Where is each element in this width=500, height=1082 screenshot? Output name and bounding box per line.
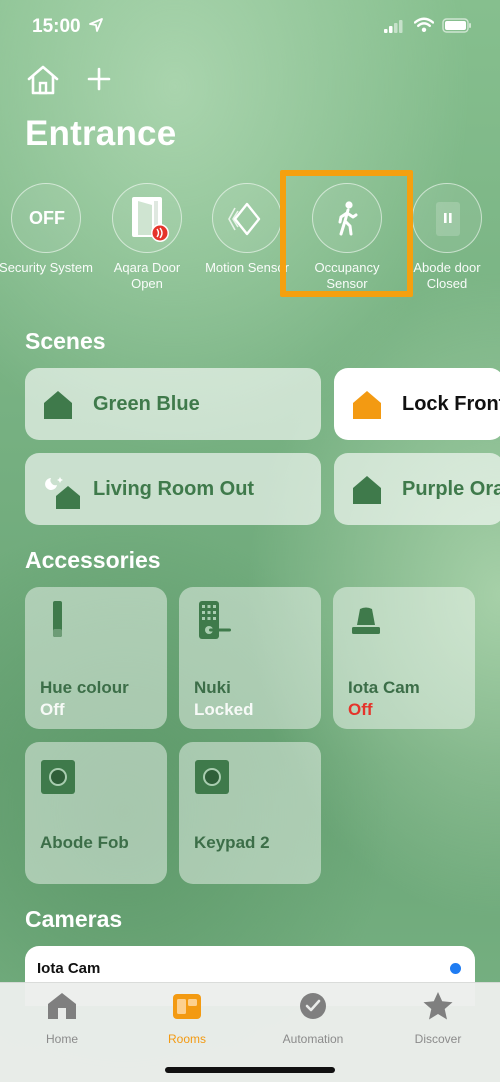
house-icon (41, 389, 75, 421)
scene-tile-green-blue[interactable]: Green Blue (25, 368, 321, 440)
tab-discover[interactable]: Discover (388, 991, 488, 1046)
home-indicator (165, 1067, 335, 1073)
scene-label: Green Blue (93, 393, 200, 415)
door-closed-icon (435, 201, 461, 242)
house-icon (12, 991, 112, 1026)
cellular-signal-icon (384, 20, 404, 38)
motion-sensor-icon (227, 202, 267, 241)
status-label: Security System (0, 260, 93, 275)
camera-name: Iota Cam (37, 960, 101, 977)
plus-icon (84, 67, 114, 98)
tab-label: Discover (414, 1032, 462, 1046)
wifi-icon (413, 17, 435, 38)
accessories-title: Accessories (25, 547, 161, 573)
siren-icon (347, 599, 387, 643)
accessory-status: Off (40, 700, 65, 719)
status-circle (112, 183, 182, 253)
status-bar: 15:00 (0, 0, 500, 52)
tab-label: Home (45, 1032, 78, 1046)
clock-icon (263, 991, 363, 1026)
accessory-tile-hue-colour[interactable]: Hue colour Off (25, 587, 167, 729)
status-circle (212, 183, 282, 253)
scene-tile-purple-ora[interactable]: Purple Ora (334, 453, 500, 525)
occupancy-sensor-highlight (280, 170, 413, 297)
accessory-tile-abode-fob[interactable]: Abode Fob (25, 742, 167, 884)
off-text-icon: OFF (29, 208, 65, 228)
sensor-icon (193, 754, 233, 798)
star-icon (388, 991, 488, 1026)
accessory-tile-keypad-2[interactable]: Keypad 2 (179, 742, 321, 884)
location-arrow-icon (88, 17, 104, 38)
house-icon (350, 474, 384, 506)
page-title: Entrance (25, 114, 177, 153)
cameras-title: Cameras (25, 906, 123, 932)
smart-lock-icon (193, 599, 233, 643)
tab-home[interactable]: Home (12, 991, 112, 1046)
house-moon-icon (41, 474, 80, 509)
accessory-name: Nuki (194, 678, 231, 697)
accessory-status: Off (348, 700, 373, 719)
accessory-name: Abode Fob (40, 833, 129, 852)
accessory-tile-nuki[interactable]: Nuki Locked (179, 587, 321, 729)
accessory-status: Locked (194, 700, 254, 719)
scene-label: Living Room Out (93, 478, 255, 500)
house-icon (350, 389, 384, 421)
status-time: 15:00 (32, 16, 81, 37)
status-circle: OFF (11, 183, 81, 253)
house-outline-icon (26, 65, 60, 100)
tab-rooms[interactable]: Rooms (137, 991, 237, 1046)
scene-label: Lock Front (402, 393, 500, 415)
scene-label: Purple Ora (402, 478, 500, 500)
accessory-name: Keypad 2 (194, 833, 270, 852)
tab-label: Rooms (167, 1032, 206, 1046)
battery-icon (442, 18, 472, 38)
add-button[interactable] (84, 64, 114, 96)
lightstrip-icon (39, 599, 79, 643)
tab-automation[interactable]: Automation (263, 991, 363, 1046)
accessory-tile-iota-cam[interactable]: Iota Cam Off (333, 587, 475, 729)
scenes-title: Scenes (25, 328, 106, 354)
accessory-name: Iota Cam (348, 678, 420, 697)
rooms-icon (137, 991, 237, 1026)
status-label: Aqara Door Open (113, 260, 181, 291)
status-strip: OFF Security System Aqara Door Open Moti… (0, 180, 500, 300)
home-nav-button[interactable] (26, 64, 60, 96)
door-open-icon (130, 195, 170, 248)
tab-label: Automation (282, 1032, 344, 1046)
status-circle (412, 183, 482, 253)
sensor-icon (39, 754, 79, 798)
scene-tile-lock-front[interactable]: Lock Front (334, 368, 500, 440)
camera-status-dot (450, 963, 461, 974)
scene-tile-living-room-out[interactable]: Living Room Out (25, 453, 321, 525)
accessory-name: Hue colour (40, 678, 129, 697)
